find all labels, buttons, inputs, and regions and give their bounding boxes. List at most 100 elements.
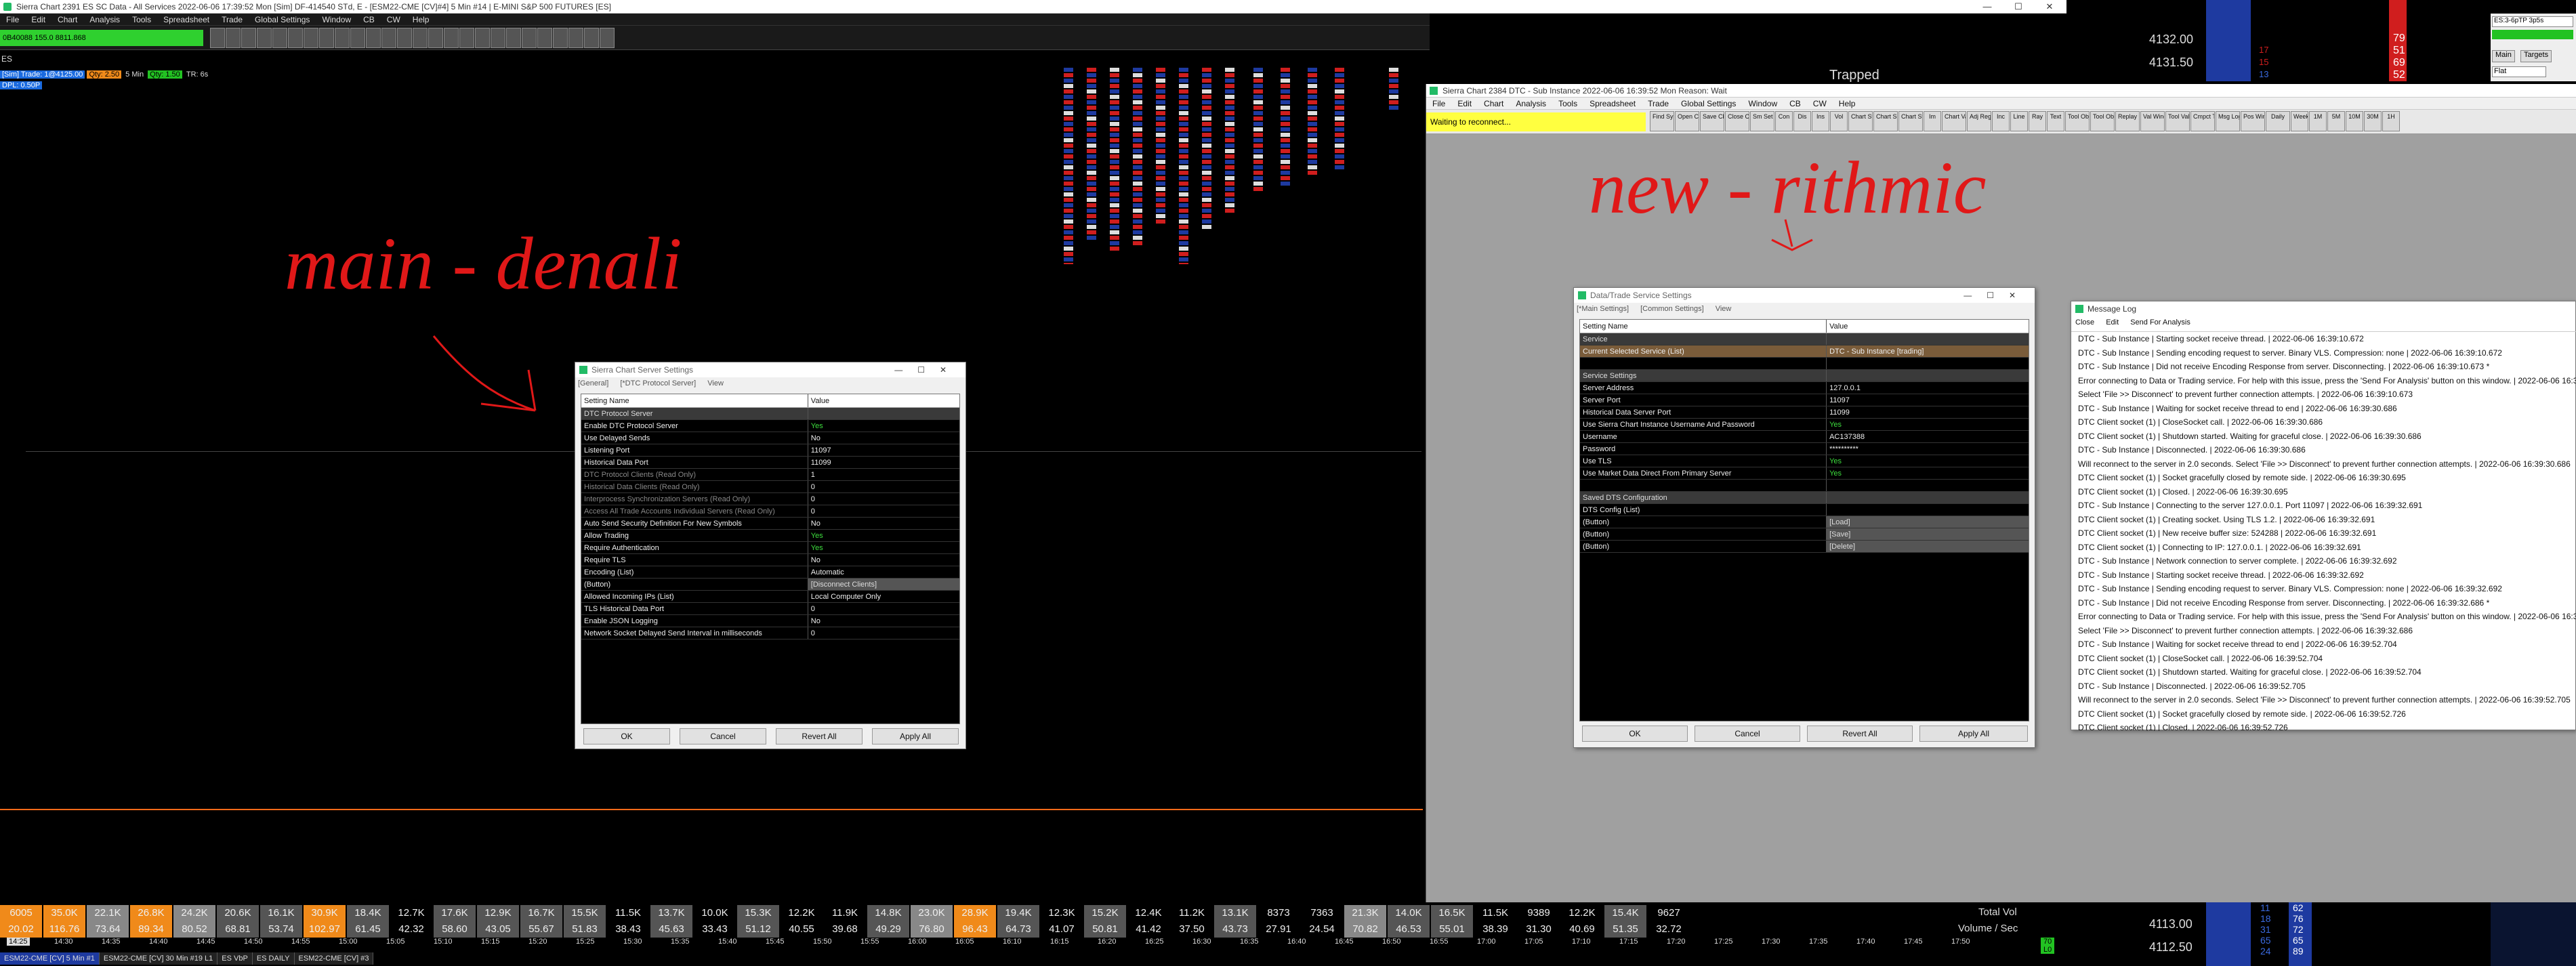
settings-row[interactable]: Username AC137388 [1580, 431, 2029, 443]
menu-item[interactable]: File [1426, 99, 1451, 108]
setting-value[interactable]: 11099 [1827, 406, 2029, 418]
toolbar-button[interactable] [553, 28, 568, 48]
revert-all-button[interactable]: Revert All [776, 728, 863, 744]
setting-value[interactable]: 11099 [808, 457, 959, 468]
toolbar-button[interactable]: Line [2010, 111, 2028, 131]
menu-item[interactable]: Trade [215, 15, 249, 24]
menu-item[interactable]: Tools [126, 15, 157, 24]
toolbar-button[interactable] [366, 28, 381, 48]
settings-row[interactable]: Use TLS Yes [1580, 455, 2029, 467]
settings-row[interactable]: Saved DTS Configuration [1580, 492, 2029, 504]
tab-view[interactable]: View [1716, 305, 1732, 313]
tab-view[interactable]: View [707, 379, 724, 387]
log-menu-edit[interactable]: Edit [2106, 318, 2119, 327]
menu-item[interactable]: Edit [25, 15, 51, 24]
targets-button[interactable]: Targets [2520, 50, 2552, 62]
toolbar-button[interactable]: Find Symb [1650, 111, 1674, 131]
settings-row[interactable]: DTC Protocol Clients (Read Only) 1 [581, 469, 959, 481]
maximize-button[interactable]: ☐ [2003, 0, 2034, 14]
setting-value[interactable]: No [808, 518, 959, 529]
ok-button[interactable]: OK [1582, 726, 1688, 742]
setting-value[interactable]: Yes [1827, 455, 2029, 467]
tab-general[interactable]: [General] [578, 379, 608, 387]
toolbar-button[interactable] [288, 28, 303, 48]
cancel-button[interactable]: Cancel [680, 728, 766, 744]
setting-value[interactable]: [Load] [1827, 516, 2029, 528]
toolbar-button[interactable] [584, 28, 599, 48]
toolbar-button[interactable] [304, 28, 318, 48]
toolbar-button[interactable]: Dis [1793, 111, 1811, 131]
toolbar-button[interactable] [335, 28, 350, 48]
menu-item[interactable]: Global Settings [1675, 99, 1742, 108]
toolbar-button[interactable]: Close Cbook [1725, 111, 1749, 131]
setting-value[interactable]: [Save] [1827, 528, 2029, 540]
settings-row[interactable]: Require TLS No [581, 554, 959, 566]
setting-value[interactable]: 0 [808, 627, 959, 639]
menu-item[interactable]: Global Settings [249, 15, 316, 24]
toolbar-button[interactable]: 1M [2309, 111, 2327, 131]
menu-item[interactable]: Window [316, 15, 357, 24]
setting-value[interactable]: Yes [1827, 467, 2029, 479]
toolbar-button[interactable]: Daily [2266, 111, 2290, 131]
toolbar-button[interactable]: 5M [2327, 111, 2345, 131]
toolbar-button[interactable] [210, 28, 225, 48]
settings-row[interactable]: Use Delayed Sends No [581, 432, 959, 444]
setting-value[interactable]: 0 [808, 481, 959, 492]
tab-common-settings[interactable]: [Common Settings] [1640, 305, 1704, 313]
setting-value[interactable]: AC137388 [1827, 431, 2029, 442]
toolbar-button[interactable]: Con [1775, 111, 1793, 131]
setting-value[interactable]: ********** [1827, 443, 2029, 455]
log-menu-send-analysis[interactable]: Send For Analysis [2130, 318, 2190, 327]
cancel-button[interactable]: Cancel [1695, 726, 1800, 742]
toolbar-button[interactable] [319, 28, 334, 48]
toolbar-button[interactable]: Adj Reg [1967, 111, 1991, 131]
settings-row[interactable]: TLS Historical Data Port 0 [581, 603, 959, 615]
menu-item[interactable]: CW [1807, 99, 1833, 108]
toolbar-button[interactable]: Save Cbook [1700, 111, 1724, 131]
settings-row[interactable]: Allowed Incoming IPs (List) Local Compute… [581, 591, 959, 603]
log-menu-close[interactable]: Close [2075, 318, 2094, 327]
setting-value[interactable]: [Disconnect Clients] [808, 579, 959, 590]
setting-value[interactable]: Yes [808, 530, 959, 541]
toolbar-button[interactable]: Pos Win [2241, 111, 2265, 131]
settings-grid[interactable]: Setting Name Value Service Current Select… [1579, 319, 2029, 721]
log-text-area[interactable]: DTC - Sub Instance | Starting socket rec… [2071, 331, 2576, 731]
setting-value[interactable] [1827, 333, 2029, 345]
toolbar-button[interactable]: Tool Obj2 [2090, 111, 2115, 131]
toolbar-button[interactable] [491, 28, 505, 48]
menu-item[interactable]: CB [357, 15, 381, 24]
settings-row[interactable]: (Button) [Disconnect Clients] [581, 579, 959, 591]
setting-value[interactable] [1827, 480, 2029, 491]
symbol-field[interactable]: ES:3-6pTP 3p5s [2492, 16, 2573, 27]
settings-row[interactable]: Interprocess Synchronization Servers (Re… [581, 493, 959, 505]
toolbar-button[interactable]: Tool Obj1 [2065, 111, 2090, 131]
settings-row[interactable]: Encoding (List) Automatic [581, 566, 959, 579]
tab-dtc-server[interactable]: [*DTC Protocol Server] [620, 379, 696, 387]
toolbar-button[interactable] [272, 28, 287, 48]
toolbar-button[interactable]: Im [1924, 111, 1941, 131]
setting-value[interactable]: 1 [808, 469, 959, 480]
menu-item[interactable]: CB [1783, 99, 1807, 108]
settings-row[interactable]: Access All Trade Accounts Individual Ser… [581, 505, 959, 518]
toolbar-button[interactable] [522, 28, 537, 48]
toolbar-button[interactable]: Sm Set [1750, 111, 1774, 131]
setting-value[interactable] [1827, 492, 2029, 503]
chart-tab[interactable]: ES DAILY [252, 952, 295, 965]
toolbar-button[interactable]: Inc [1992, 111, 2010, 131]
settings-row[interactable]: Use Sierra Chart Instance Username And P… [1580, 419, 2029, 431]
menu-item[interactable]: Chart [51, 15, 83, 24]
menu-item[interactable]: Analysis [83, 15, 126, 24]
chart-tab[interactable]: ES VbP [217, 952, 253, 965]
toolbar-button[interactable] [397, 28, 412, 48]
toolbar-button[interactable] [226, 28, 241, 48]
toolbar-button[interactable]: Msg Log [2216, 111, 2240, 131]
setting-value[interactable]: Yes [808, 420, 959, 432]
settings-row[interactable]: Network Socket Delayed Send Interval in … [581, 627, 959, 639]
toolbar-button[interactable] [459, 28, 474, 48]
menu-item[interactable]: Spreadsheet [157, 15, 215, 24]
toolbar-button[interactable] [241, 28, 256, 48]
toolbar-button[interactable] [506, 28, 521, 48]
setting-value[interactable]: No [808, 432, 959, 444]
setting-value[interactable]: 0 [808, 603, 959, 614]
setting-value[interactable]: Local Computer Only [808, 591, 959, 602]
